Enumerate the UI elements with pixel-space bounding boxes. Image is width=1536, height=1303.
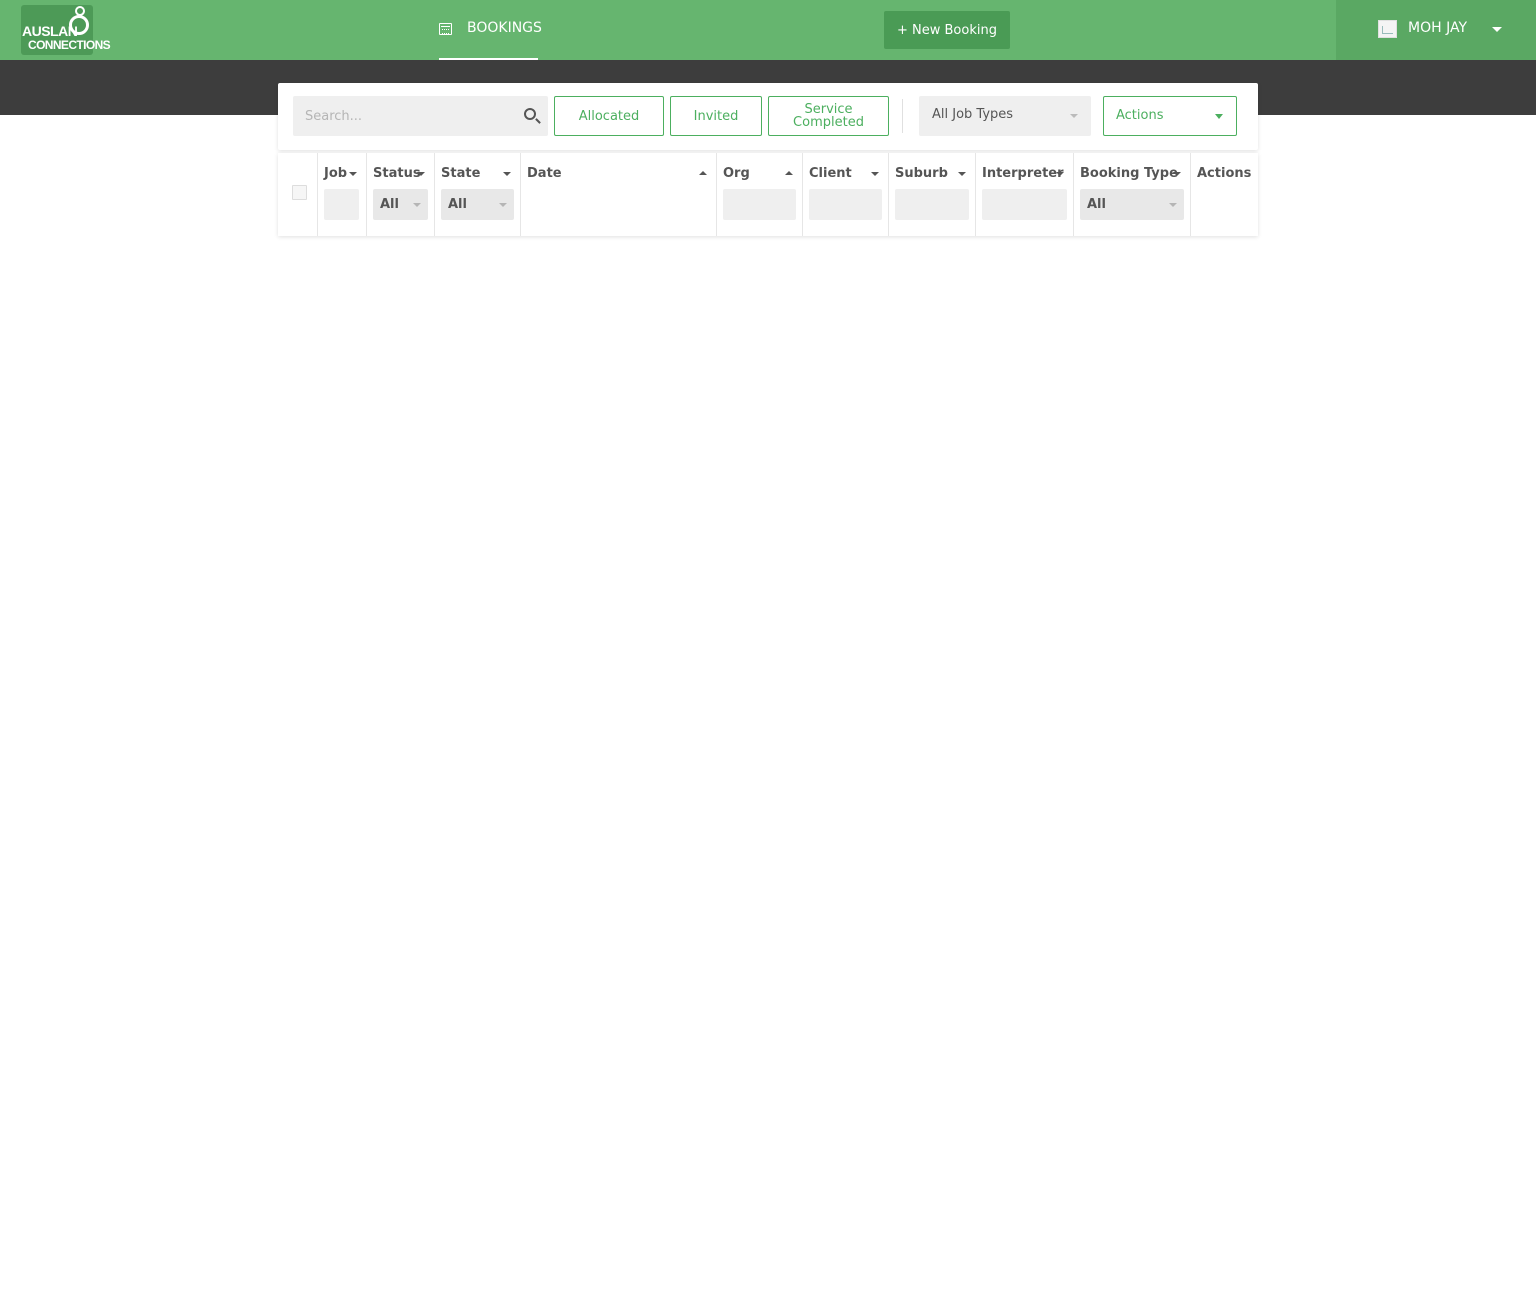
column-header-status[interactable]: Status	[373, 166, 421, 181]
org-filter-input[interactable]	[723, 189, 796, 220]
toolbar-divider	[902, 99, 903, 133]
sort-asc-icon[interactable]	[785, 171, 793, 175]
column-header-suburb[interactable]: Suburb	[895, 166, 948, 181]
job-types-select[interactable]: All Job Types	[919, 96, 1091, 136]
chevron-down-icon	[1070, 114, 1078, 118]
column-actions: Actions	[1191, 153, 1258, 236]
interpreter-filter-input[interactable]	[982, 189, 1067, 220]
calendar-icon	[439, 23, 452, 35]
search-icon[interactable]	[524, 108, 536, 120]
booking-type-filter-value: All	[1087, 197, 1106, 212]
job-filter-input[interactable]	[324, 189, 359, 220]
logo-text-line2: CONNECTIONS	[28, 38, 111, 52]
allocated-filter-button[interactable]: Allocated	[554, 96, 664, 136]
actions-dropdown-label: Actions	[1116, 108, 1164, 123]
sort-desc-icon[interactable]	[349, 172, 357, 176]
column-header-actions: Actions	[1197, 166, 1252, 181]
nav-bookings-label: BOOKINGS	[467, 20, 542, 36]
top-navbar: AUSLAN CONNECTIONS BOOKINGS + New Bookin…	[0, 0, 1536, 60]
user-menu[interactable]: MOH JAY	[1336, 0, 1536, 60]
state-filter-value: All	[448, 197, 467, 212]
column-header-date[interactable]: Date	[527, 166, 562, 181]
status-filter-value: All	[380, 197, 399, 212]
sort-asc-icon[interactable]	[699, 171, 707, 175]
logo-text-line1: AUSLAN	[22, 23, 78, 39]
column-interpreter: Interpreter	[976, 153, 1074, 236]
column-header-client[interactable]: Client	[809, 166, 852, 181]
column-header-interpreter[interactable]: Interpreter	[982, 166, 1064, 181]
column-job: Job	[318, 153, 367, 236]
sort-desc-icon[interactable]	[871, 172, 879, 176]
state-filter-select[interactable]: All	[441, 189, 514, 220]
column-header-org[interactable]: Org	[723, 166, 750, 181]
select-all-checkbox[interactable]	[292, 185, 307, 200]
client-filter-input[interactable]	[809, 189, 882, 220]
column-select	[278, 153, 318, 236]
search-input[interactable]	[293, 96, 513, 136]
service-completed-label-line2: Completed	[793, 115, 864, 130]
sort-desc-icon[interactable]	[417, 172, 425, 176]
bookings-table: Job Status All State All Date Org Client…	[278, 153, 1258, 236]
suburb-filter-input[interactable]	[895, 189, 969, 220]
column-header-job[interactable]: Job	[324, 166, 347, 181]
column-booking-type: Booking Type All	[1074, 153, 1191, 236]
invited-filter-button[interactable]: Invited	[670, 96, 762, 136]
new-booking-button[interactable]: + New Booking	[884, 11, 1010, 49]
column-client: Client	[803, 153, 889, 236]
chevron-down-icon	[413, 203, 421, 207]
user-menu-caret-icon	[1492, 27, 1502, 32]
column-org: Org	[717, 153, 803, 236]
user-name: MOH JAY	[1408, 20, 1468, 36]
booking-type-filter-select[interactable]: All	[1080, 189, 1184, 220]
column-suburb: Suburb	[889, 153, 976, 236]
sort-desc-icon[interactable]	[503, 172, 511, 176]
nav-bookings-tab[interactable]: BOOKINGS	[439, 0, 542, 60]
chevron-down-icon	[499, 203, 507, 207]
column-date: Date	[521, 153, 717, 236]
filter-toolbar: Allocated Invited Service Completed All …	[278, 83, 1258, 150]
auslan-connections-logo[interactable]: AUSLAN CONNECTIONS	[21, 5, 111, 55]
service-completed-filter-button[interactable]: Service Completed	[768, 96, 889, 136]
column-status: Status All	[367, 153, 435, 236]
sort-desc-icon[interactable]	[1056, 172, 1064, 176]
sort-desc-icon[interactable]	[958, 172, 966, 176]
user-avatar-icon	[1378, 20, 1397, 38]
actions-dropdown[interactable]: Actions	[1103, 96, 1237, 136]
chevron-down-icon	[1169, 203, 1177, 207]
column-state: State All	[435, 153, 521, 236]
column-header-state[interactable]: State	[441, 166, 480, 181]
chevron-down-icon	[1215, 114, 1223, 119]
search-box	[293, 96, 548, 136]
job-types-value: All Job Types	[932, 107, 1014, 122]
sort-desc-icon[interactable]	[1173, 172, 1181, 176]
status-filter-select[interactable]: All	[373, 189, 428, 220]
column-header-booking-type[interactable]: Booking Type	[1080, 166, 1178, 181]
